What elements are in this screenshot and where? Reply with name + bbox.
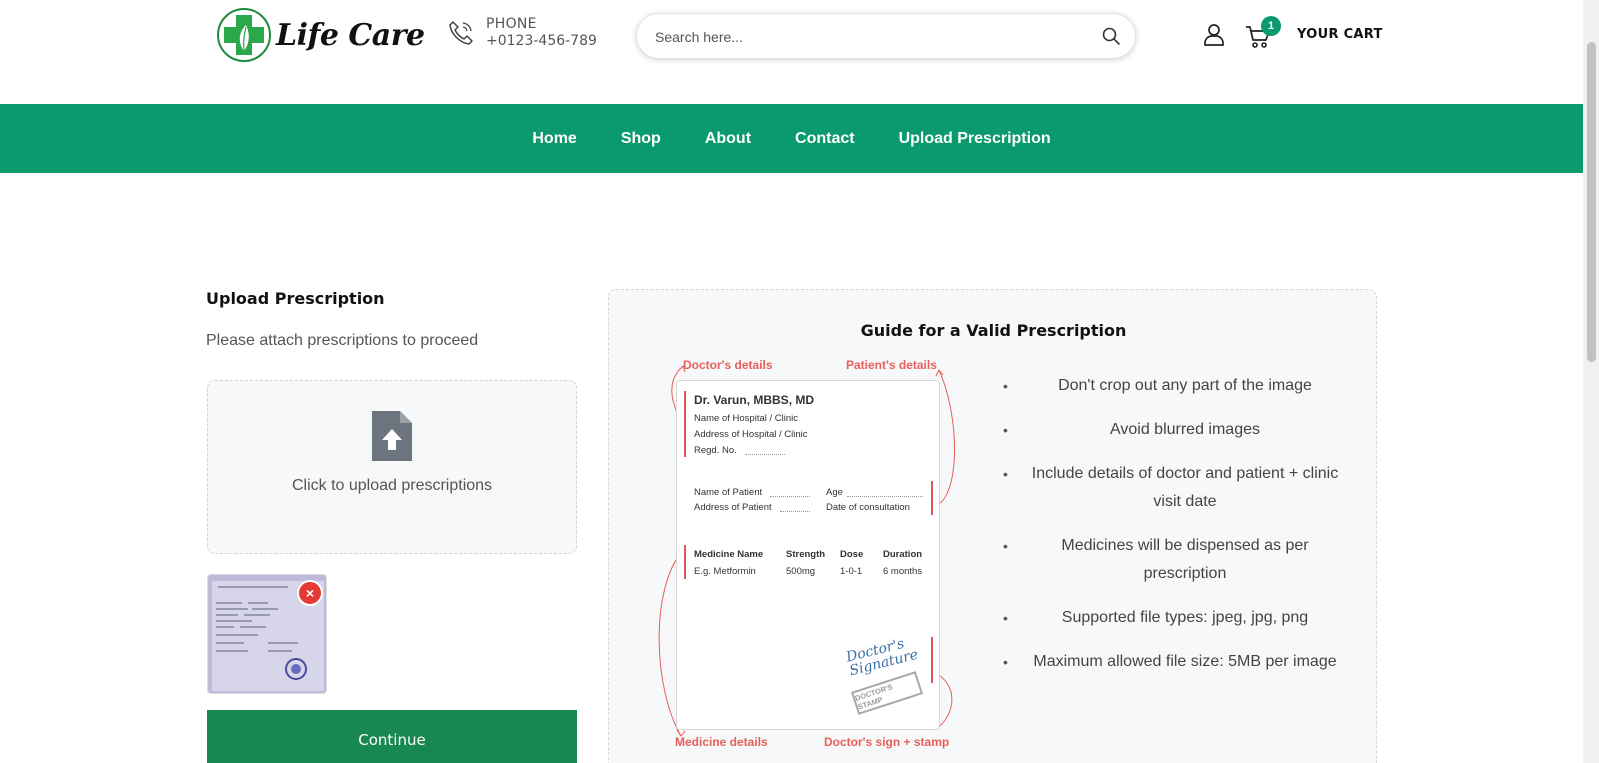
upload-dropzone-text: Click to upload prescriptions — [291, 477, 493, 494]
sample-col-medicine: Medicine Name — [694, 549, 764, 560]
sample-date: Date of consultation — [826, 502, 910, 513]
sample-signature: Doctor's Signature — [844, 635, 920, 680]
medicine-details-marker — [684, 545, 686, 579]
guide-rule: Include details of doctor and patient + … — [1003, 460, 1347, 516]
regd-line — [745, 454, 785, 455]
scrollbar-thumb[interactable] — [1587, 42, 1596, 362]
guide-rule: Maximum allowed file size: 5MB per image — [1003, 648, 1347, 676]
phone-icon — [449, 21, 473, 45]
sample-med-name: E.g. Metformin — [694, 566, 756, 577]
phone-contact: PHONE +0123-456-789 — [446, 16, 597, 50]
sample-prescription-card: Dr. Varun, MBBS, MD Name of Hospital / C… — [676, 380, 940, 730]
sample-address: Address of Hospital / Clinic — [694, 429, 808, 440]
prescription-guide: Guide for a Valid Prescription Doctor's … — [608, 289, 1377, 763]
guide-rule: Avoid blurred images — [1003, 416, 1347, 444]
remove-thumbnail-button[interactable]: × — [297, 580, 323, 606]
guide-rule: Medicines will be dispensed as per presc… — [1003, 532, 1347, 588]
user-account-icon[interactable] — [1202, 22, 1226, 46]
sign-marker — [931, 637, 933, 683]
logo-text: Life Care — [276, 17, 425, 53]
file-upload-icon — [372, 411, 412, 461]
nav-upload-prescription[interactable]: Upload Prescription — [899, 130, 1051, 148]
sample-regd: Regd. No. — [694, 445, 737, 456]
sample-col-strength: Strength — [786, 549, 826, 560]
logo[interactable]: Life Care — [216, 6, 425, 64]
sample-patient-address: Address of Patient — [694, 502, 772, 513]
search-icon[interactable] — [1101, 26, 1121, 46]
main-nav: Home Shop About Contact Upload Prescript… — [0, 104, 1583, 173]
sample-patient-name: Name of Patient — [694, 487, 763, 498]
sample-age: Age — [826, 487, 843, 498]
patient-details-marker — [931, 481, 933, 515]
annotation-patient-details: Patient's details — [846, 358, 937, 372]
site-header: Life Care PHONE +0123-456-789 Search her… — [0, 0, 1583, 104]
phone-number[interactable]: +0123-456-789 — [486, 33, 597, 50]
nav-shop[interactable]: Shop — [621, 130, 661, 148]
search-input[interactable] — [655, 26, 1075, 48]
upload-subtitle: Please attach prescriptions to proceed — [206, 332, 479, 349]
sample-col-duration: Duration — [883, 549, 923, 560]
nav-about[interactable]: About — [705, 130, 751, 148]
upload-title: Upload Prescription — [206, 289, 385, 308]
nav-contact[interactable]: Contact — [795, 130, 855, 148]
search-bar — [636, 13, 1136, 59]
annotation-doctor-sign-stamp: Doctor's sign + stamp — [824, 735, 950, 749]
guide-rule: Supported file types: jpeg, jpg, png — [1003, 604, 1347, 632]
sample-doctor-name: Dr. Varun, MBBS, MD — [694, 393, 815, 407]
sample-col-dose: Dose — [840, 549, 864, 560]
annotation-doctor-details: Doctor's details — [683, 358, 773, 372]
doctor-details-marker — [684, 391, 686, 457]
sample-med-dose: 1-0-1 — [840, 566, 863, 577]
sample-stamp: DOCTOR'S STAMP — [850, 671, 924, 715]
phone-label: PHONE — [486, 16, 537, 32]
sample-med-strength: 500mg — [786, 566, 816, 577]
patient-name-line — [770, 496, 810, 497]
cart-button[interactable]: 1 YOUR CART — [1245, 16, 1383, 52]
age-line — [847, 496, 923, 497]
sample-hospital: Name of Hospital / Clinic — [694, 413, 799, 424]
page-scrollbar[interactable] — [1583, 0, 1599, 763]
upload-dropzone[interactable]: Click to upload prescriptions — [207, 380, 577, 554]
logo-cross-icon — [217, 8, 271, 62]
cart-count-badge: 1 — [1261, 16, 1281, 36]
sample-med-duration: 6 months — [883, 566, 923, 577]
cart-label: YOUR CART — [1297, 26, 1383, 42]
annotation-medicine-details: Medicine details — [675, 735, 768, 749]
nav-home[interactable]: Home — [532, 130, 576, 148]
patient-address-line — [780, 511, 810, 512]
guide-rule: Don't crop out any part of the image — [1003, 372, 1347, 400]
page: Life Care PHONE +0123-456-789 Search her… — [0, 0, 1599, 763]
guide-rules-list: Don't crop out any part of the image Avo… — [1003, 372, 1347, 692]
continue-button[interactable]: Continue — [207, 710, 577, 763]
